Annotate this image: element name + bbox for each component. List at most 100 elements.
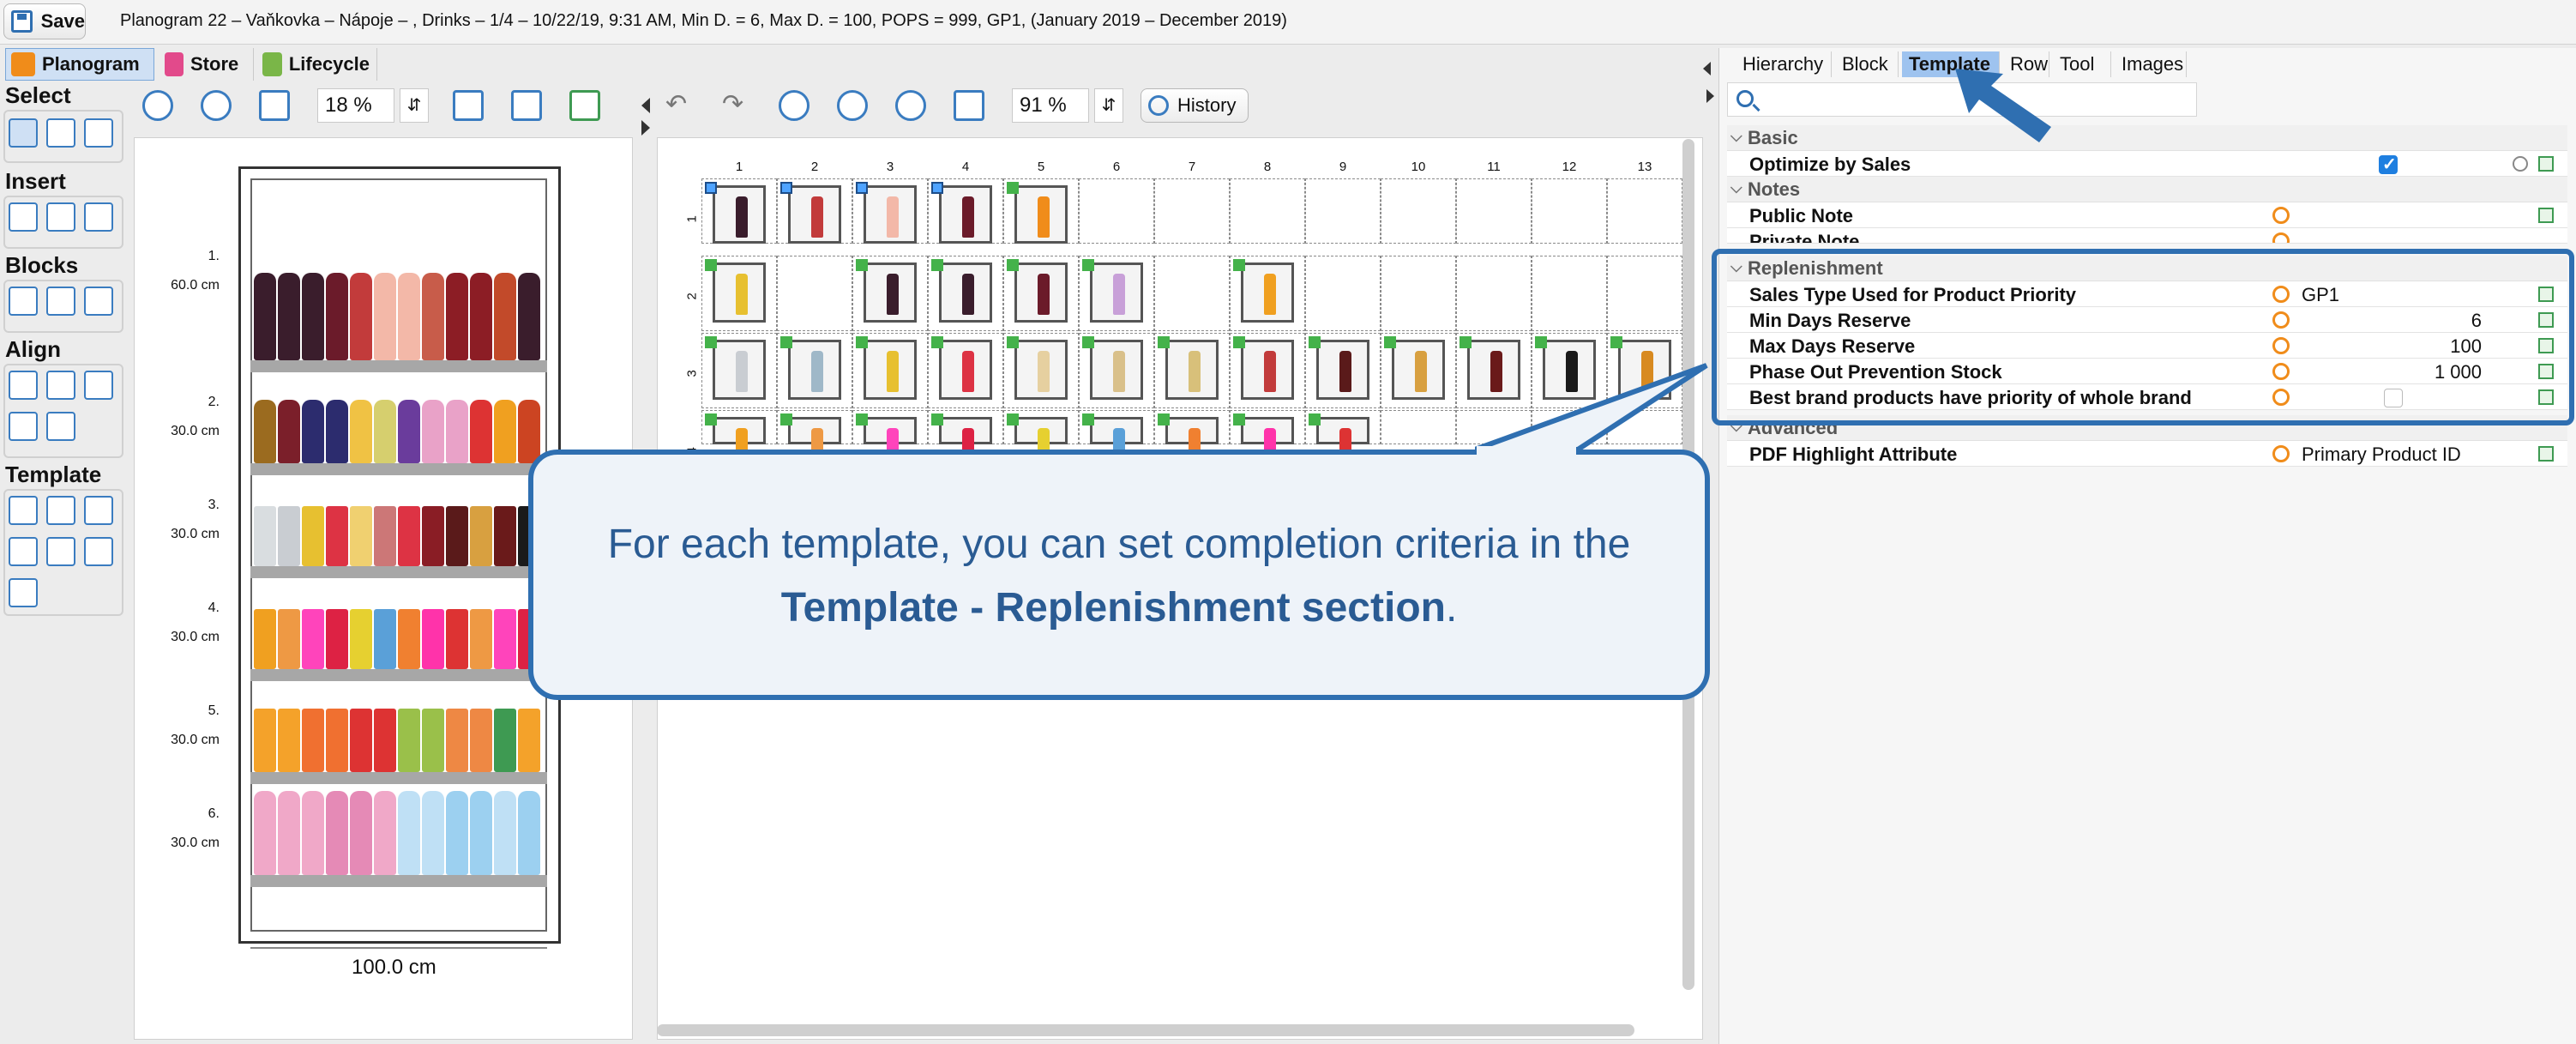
shelf-product[interactable] [374,709,396,772]
remove-products-icon[interactable] [569,90,600,121]
grid-zoom-reset-icon[interactable] [895,90,926,121]
template-product[interactable] [713,340,766,400]
grid-cell[interactable] [1154,178,1230,244]
shelf-board[interactable] [250,360,547,372]
shelf-product[interactable] [350,709,372,772]
grid-zoom-stepper[interactable]: ⇵ [1094,88,1123,123]
align-justify-icon[interactable] [9,412,38,441]
grid-zoom-field[interactable]: 91 % [1012,88,1089,123]
optimize-by-sales-checkbox[interactable] [2379,154,2398,175]
shelf-product[interactable] [302,609,324,669]
select-area-icon[interactable] [84,118,113,148]
template-product[interactable] [1090,417,1143,469]
shelf-board[interactable] [250,463,547,475]
shelf-product[interactable] [254,273,276,360]
shelf-product[interactable] [494,791,516,875]
grid-cell[interactable] [1305,178,1381,244]
shelf-product[interactable] [470,709,492,772]
cell-marker[interactable] [705,336,717,348]
reset-icon[interactable] [2513,156,2528,172]
shelf-board[interactable] [250,772,547,784]
block-group-icon[interactable] [84,287,113,316]
block-merge-icon[interactable] [46,287,75,316]
grid-zoom-out-icon[interactable] [837,90,868,121]
shelf-product[interactable] [254,609,276,669]
template-product[interactable] [939,417,992,469]
fit-to-window-icon[interactable] [259,90,290,121]
shelf-product[interactable] [518,709,540,772]
shelf-product[interactable] [422,506,444,566]
shelf-product[interactable] [374,791,396,875]
template-product[interactable] [1392,340,1445,400]
cell-marker[interactable] [780,413,792,425]
cell-marker[interactable] [1082,413,1094,425]
cell-marker[interactable] [1309,413,1321,425]
save-button[interactable]: Save [3,3,86,39]
shelf-product[interactable] [278,609,300,669]
cell-marker[interactable] [1082,336,1094,348]
template-product[interactable] [713,185,766,244]
shelf-product[interactable] [326,506,348,566]
redo-icon[interactable]: ↷ [722,92,751,118]
shelf-product[interactable] [446,791,468,875]
shelf-product[interactable] [326,273,348,360]
shelf-product[interactable] [374,400,396,463]
template-product[interactable] [788,340,841,400]
shelf-product[interactable] [326,400,348,463]
inherit-icon[interactable] [2272,232,2290,243]
template-product[interactable] [1241,340,1294,400]
shelf-product[interactable] [446,709,468,772]
shelf-product[interactable] [326,709,348,772]
cell-marker[interactable] [1309,336,1321,348]
cell-marker[interactable] [1007,182,1019,194]
chart-view-icon[interactable] [511,90,542,121]
zoom-in-icon[interactable] [142,90,173,121]
edit-icon[interactable] [2538,446,2554,462]
grid-cell[interactable] [1607,256,1682,331]
shelf-board[interactable] [250,875,547,887]
template-product[interactable] [1014,417,1068,469]
cell-marker[interactable] [931,259,943,271]
template-product[interactable] [1165,417,1219,469]
expand-right-arrow-icon[interactable] [641,120,650,136]
left-zoom-field[interactable]: 18 % [317,88,394,123]
template-product[interactable] [1165,340,1219,400]
template-shelf-icon[interactable] [9,496,38,525]
shelf-product[interactable] [254,791,276,875]
shelf-product[interactable] [422,709,444,772]
shelf-product[interactable] [398,400,420,463]
shelf-product[interactable] [446,273,468,360]
cell-marker[interactable] [1082,259,1094,271]
shelf-product[interactable] [470,791,492,875]
grid-cell[interactable] [1381,256,1456,331]
select-grid-icon[interactable] [46,118,75,148]
cell-marker[interactable] [1233,336,1245,348]
template-product[interactable] [864,417,917,469]
template-product[interactable] [939,185,992,244]
cell-marker[interactable] [1460,336,1472,348]
cell-marker[interactable] [931,182,943,194]
zoom-out-icon[interactable] [201,90,232,121]
tab-hierarchy[interactable]: Hierarchy [1736,51,1832,77]
template-product[interactable] [1014,340,1068,400]
template-product[interactable] [864,185,917,244]
cell-marker[interactable] [931,336,943,348]
shelf-product[interactable] [278,273,300,360]
shelf-product[interactable] [278,791,300,875]
cell-marker[interactable] [1610,336,1622,348]
cell-marker[interactable] [780,336,792,348]
template-product[interactable] [788,417,841,469]
shelf-board[interactable] [250,566,547,578]
cell-marker[interactable] [705,259,717,271]
section-basic[interactable]: Basic [1727,124,2567,151]
select-pointer-icon[interactable] [9,118,38,148]
template-product[interactable] [1241,417,1294,469]
shelf-product[interactable] [398,791,420,875]
edit-icon[interactable] [2538,208,2554,223]
shelf-product[interactable] [398,506,420,566]
template-product[interactable] [1090,263,1143,323]
shelf-product[interactable] [470,609,492,669]
template-product[interactable] [864,340,917,400]
inherit-icon[interactable] [2272,207,2290,224]
shelf-product[interactable] [494,506,516,566]
